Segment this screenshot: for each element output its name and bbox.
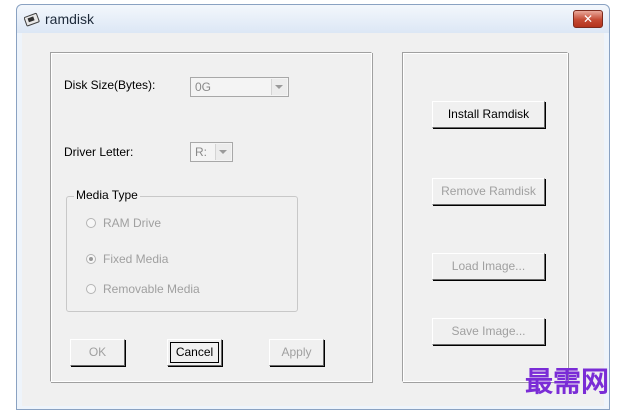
cancel-button[interactable]: Cancel	[167, 339, 222, 366]
driver-letter-label: Driver Letter:	[64, 145, 134, 159]
load-image-button[interactable]: Load Image...	[432, 253, 545, 280]
ok-button[interactable]: OK	[70, 339, 125, 366]
driver-letter-value: R:	[195, 145, 207, 159]
radio-removable-media[interactable]: Removable Media	[86, 282, 200, 296]
chevron-down-icon[interactable]	[271, 79, 287, 95]
apply-button[interactable]: Apply	[269, 339, 324, 366]
driver-letter-select[interactable]: R:	[190, 142, 233, 162]
radio-label: RAM Drive	[103, 216, 162, 230]
ramdisk-app-icon	[23, 11, 40, 27]
radio-fixed-media[interactable]: Fixed Media	[86, 252, 168, 266]
disk-size-label: Disk Size(Bytes):	[64, 78, 156, 92]
close-icon: ✕	[582, 12, 594, 26]
radio-label: Removable Media	[103, 282, 200, 296]
radio-icon	[86, 284, 96, 294]
watermark-logo: 最需网	[524, 365, 609, 398]
remove-ramdisk-button[interactable]: Remove Ramdisk	[432, 178, 545, 205]
dialog-client-area: Disk Size(Bytes): 0G Driver Letter: R: M…	[22, 33, 604, 406]
radio-icon	[86, 218, 96, 228]
radio-ram-drive[interactable]: RAM Drive	[86, 216, 161, 230]
close-button[interactable]: ✕	[573, 10, 603, 28]
ramdisk-window: ramdisk ✕ Disk Size(Bytes): 0G Driver Le…	[16, 4, 610, 410]
install-ramdisk-button[interactable]: Install Ramdisk	[432, 101, 545, 128]
radio-label: Fixed Media	[103, 252, 169, 266]
disk-size-value: 0G	[195, 80, 212, 94]
radio-selected-icon	[86, 254, 96, 264]
media-type-title: Media Type	[74, 188, 140, 202]
window-title: ramdisk	[45, 11, 95, 27]
disk-size-select[interactable]: 0G	[190, 77, 289, 97]
title-bar[interactable]: ramdisk ✕	[17, 5, 609, 33]
save-image-button[interactable]: Save Image...	[432, 318, 545, 345]
chevron-down-icon[interactable]	[215, 144, 231, 160]
